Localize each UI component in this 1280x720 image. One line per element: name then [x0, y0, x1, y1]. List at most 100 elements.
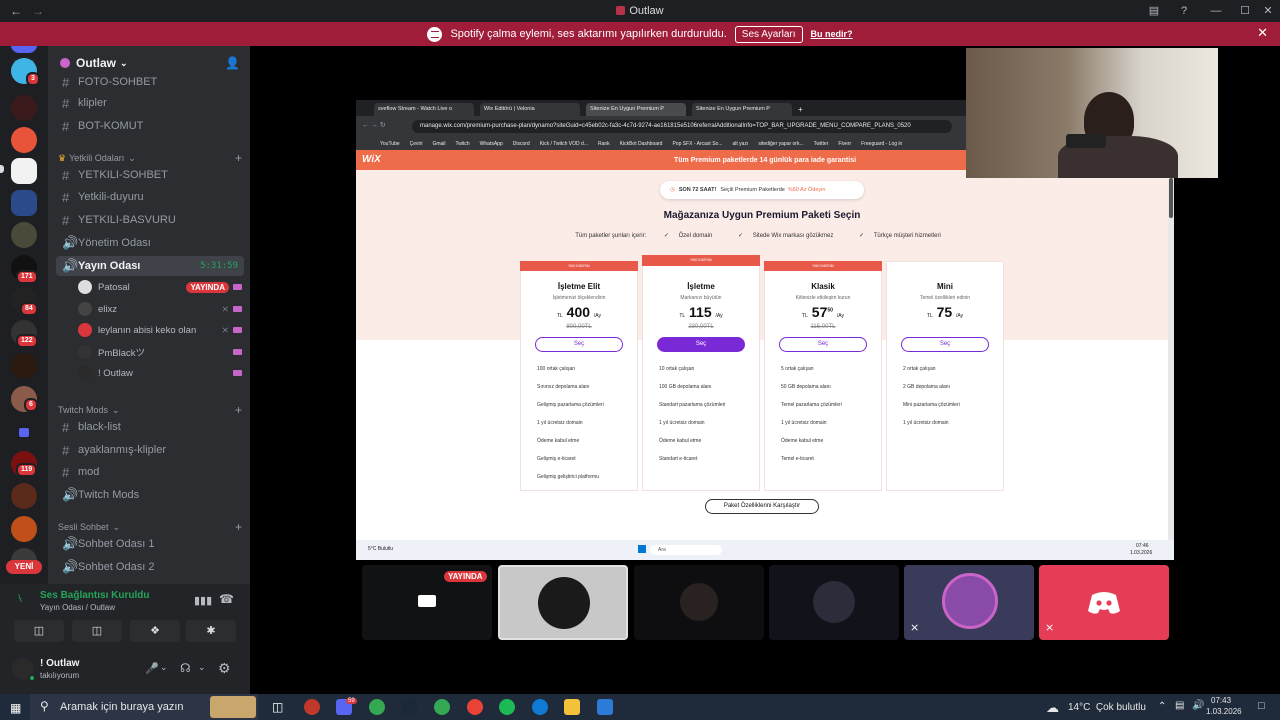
voice-channel-sohbet-2[interactable]: 🔊 Sohbet Odası 2 — [56, 557, 244, 577]
taskbar-time[interactable]: 07:43 — [1211, 696, 1231, 705]
network-icon[interactable]: ▤ — [1175, 700, 1184, 711]
taskbar-date[interactable]: 1.03.2026 — [1206, 707, 1242, 716]
volume-icon[interactable]: 🔊 — [1192, 700, 1204, 711]
voice-user-patosal[interactable]: Patosal YAYINDA — [78, 277, 242, 297]
compare-plans-button[interactable]: Paket Özelliklerini Karşılaştır — [705, 499, 819, 514]
bookmark[interactable]: Gmail — [432, 141, 445, 147]
close-window-button[interactable]: ✕ — [1256, 0, 1280, 22]
windows-start-icon[interactable]: ▦ — [10, 701, 21, 715]
voice-status[interactable]: Ses Bağlantısı Kuruldu — [40, 590, 149, 601]
bookmark[interactable]: Fiverr — [838, 141, 851, 147]
taskbar-weather[interactable]: 14°C Çok bulutlu — [1068, 702, 1146, 713]
forward-arrow-icon[interactable]: → — [30, 4, 46, 18]
add-channel-icon[interactable]: + — [235, 151, 242, 165]
chevron-down-icon[interactable]: ⌄ — [160, 662, 168, 673]
file-explorer-icon[interactable] — [564, 699, 580, 715]
bookmark[interactable]: Pop SFX - Arcast So... — [672, 141, 722, 147]
bookmark[interactable]: sitediğer yapar ork... — [758, 141, 803, 147]
add-channel-icon[interactable]: + — [235, 520, 242, 534]
bookmark[interactable]: Çeviri — [410, 141, 423, 147]
voice-user-leylanin[interactable]: leylanın abisi keko olan ⨯ — [78, 320, 242, 340]
server-avatar-fedora[interactable] — [11, 483, 37, 509]
participant-tile-3[interactable] — [634, 565, 764, 640]
disconnect-icon[interactable]: ☎ — [219, 592, 234, 606]
channel-mod[interactable]: # mod — [56, 462, 244, 482]
wix-logo[interactable]: WiX — [362, 154, 381, 165]
new-tab-icon[interactable]: + — [798, 105, 803, 114]
voice-user-pmblack[interactable]: PmBlackツ — [78, 342, 242, 362]
select-plan-button[interactable]: Seç — [657, 337, 745, 352]
activities-button[interactable]: ❖ — [130, 620, 180, 642]
microphone-icon[interactable]: 🎤 — [145, 662, 159, 675]
bookmark[interactable]: Kick / Twitch VOD d... — [540, 141, 588, 147]
inner-search-box[interactable]: Ara — [650, 545, 722, 555]
folder-icon[interactable] — [11, 419, 37, 445]
bookmark[interactable]: alt yazı — [733, 141, 749, 147]
inbox-icon[interactable]: ▤ — [1142, 0, 1166, 22]
voice-channel-sohbet-1[interactable]: 🔊 Sohbet Odası 1 — [56, 534, 244, 554]
server-avatar-9[interactable] — [11, 353, 37, 379]
noise-suppression-icon[interactable]: ▮▮▮ — [194, 594, 212, 607]
voice-channel-twitch-mods[interactable]: 🔊 Twitch Mods — [56, 485, 244, 505]
close-icon[interactable]: ✕ — [1257, 25, 1268, 41]
windows-start-icon[interactable] — [638, 545, 646, 553]
taskbar-search[interactable]: ⚲ Aramak için buraya yazın — [30, 694, 258, 720]
scrollbar-thumb[interactable] — [1169, 178, 1173, 218]
tray-chevron-icon[interactable]: ⌃ — [1158, 701, 1166, 712]
chrome-app-icon[interactable] — [467, 699, 483, 715]
camera-off-button[interactable]: ◫ — [14, 620, 64, 642]
participant-tile-4[interactable] — [769, 565, 899, 640]
bookmark[interactable]: Twitch — [456, 141, 470, 147]
select-plan-button[interactable]: Seç — [779, 337, 867, 352]
user-name[interactable]: ! Outlaw — [40, 658, 79, 669]
voice-location[interactable]: Yayın Odası / Outlaw — [40, 603, 115, 612]
task-view-icon[interactable]: ◫ — [272, 700, 283, 714]
notification-icon[interactable]: □ — [1258, 700, 1265, 712]
channel-yetkili-duyuru[interactable]: # Yetkili-duyuru — [56, 187, 244, 207]
bookmark[interactable]: Discord — [513, 141, 530, 147]
chrome-app-icon[interactable] — [369, 699, 385, 715]
category-sesli-sohbet[interactable]: Sesli Sohbet ⌄ + — [58, 520, 242, 534]
channel-black-list[interactable]: # black-list — [56, 417, 244, 437]
bookmark[interactable]: Freeguard - Log in — [861, 141, 902, 147]
help-icon[interactable]: ? — [1172, 0, 1196, 22]
participant-tile-screen[interactable]: YAYINDA — [362, 565, 492, 640]
app-icon[interactable] — [597, 699, 613, 715]
channel-ayaklanmis-klipler[interactable]: # ayaklanmış-klipler — [56, 440, 244, 460]
participant-tile-2[interactable] — [498, 565, 628, 640]
server-avatar-outlaw[interactable] — [11, 158, 37, 184]
screen-share-button[interactable]: ◫ — [72, 620, 122, 642]
channel-yetkili-sohbet[interactable]: # YETKILI-SOHBET — [56, 165, 244, 185]
headphones-icon[interactable]: ☊ — [180, 661, 191, 675]
category-yetkili[interactable]: ♛ Yetkili Odaları ⌄ + — [58, 151, 242, 165]
settings-gear-icon[interactable]: ⚙ — [218, 660, 231, 677]
address-bar[interactable]: manage.wix.com/premium-purchase-plan/dyn… — [412, 120, 952, 133]
select-plan-button[interactable]: Seç — [901, 337, 989, 352]
steam-app-icon[interactable] — [401, 699, 417, 715]
voice-channel-yayin-odasi[interactable]: 🔊 Yayın Odası 5:31:59 — [56, 256, 244, 276]
channel-klipler[interactable]: # klipler — [56, 93, 244, 113]
browser-tab-active[interactable]: Sitenize En Uygun Premium P — [586, 103, 686, 116]
channel-yetkili-basvuru[interactable]: # YETKILI-BASVURU — [56, 210, 244, 230]
chrome-app-icon[interactable] — [434, 699, 450, 715]
audio-settings-button[interactable]: Ses Ayarları — [734, 25, 803, 43]
server-avatar-13[interactable] — [11, 516, 37, 542]
what-is-this-link[interactable]: Bu nedir? — [811, 29, 853, 39]
back-arrow-icon[interactable]: ← → ↻ — [362, 121, 386, 129]
server-avatar-5[interactable] — [11, 222, 37, 248]
bookmark[interactable]: WhatsApp — [480, 141, 503, 147]
edge-app-icon[interactable] — [532, 699, 548, 715]
voice-channel-yonetim[interactable]: 🔊 Yönetim Odası — [56, 233, 244, 253]
select-plan-button[interactable]: Seç — [535, 337, 623, 352]
bookmark[interactable]: Rank — [598, 141, 610, 147]
voice-user-elixz[interactable]: elixz ⨯ — [78, 299, 242, 319]
voice-user-outlaw[interactable]: ! Outlaw — [78, 363, 242, 383]
obs-app-icon[interactable] — [304, 699, 320, 715]
new-mentions-pill[interactable]: YENİ — [6, 560, 42, 574]
browser-tab[interactable]: Wix Editörü | Velonia — [480, 103, 580, 116]
browser-tab[interactable]: sveflow Stream - Watch Live o — [374, 103, 474, 116]
invite-people-icon[interactable]: 👤 — [225, 56, 240, 70]
spotify-app-icon[interactable] — [499, 699, 515, 715]
bookmark[interactable]: YouTube — [380, 141, 400, 147]
server-avatar-synox[interactable] — [11, 190, 37, 216]
